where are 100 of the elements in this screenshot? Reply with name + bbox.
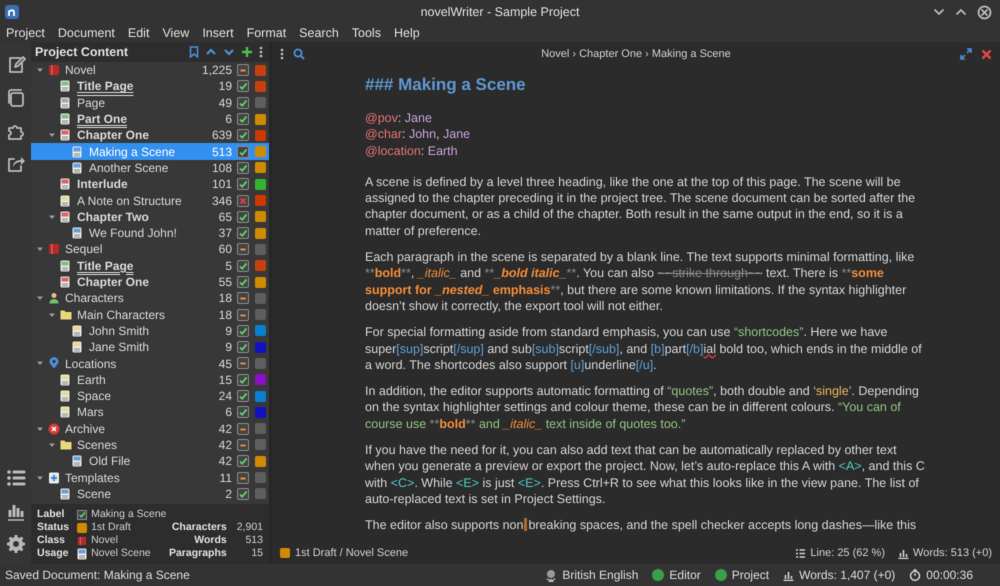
- expand-arrow-icon[interactable]: [48, 212, 56, 221]
- tree-item[interactable]: We Found John! 37: [31, 224, 269, 242]
- active-checkbox[interactable]: [237, 341, 249, 354]
- search-icon[interactable]: [293, 48, 305, 60]
- folder-icon: [60, 439, 72, 450]
- active-checkbox[interactable]: [237, 194, 249, 207]
- tree-item[interactable]: Archive 42: [31, 420, 269, 437]
- tree-item[interactable]: Old File 42: [31, 453, 269, 470]
- tree-item[interactable]: Title Page 5: [31, 258, 269, 274]
- active-checkbox[interactable]: [237, 455, 249, 468]
- expand-arrow-icon[interactable]: [36, 294, 44, 302]
- close-icon[interactable]: [977, 4, 992, 20]
- word-count: 6: [225, 111, 232, 128]
- meta-line: @char: John, Jane: [365, 126, 472, 143]
- active-checkbox[interactable]: [237, 96, 249, 109]
- expand-arrow-icon[interactable]: [36, 66, 44, 74]
- stacked-pages-icon[interactable]: [6, 88, 26, 108]
- paragraph: For special formatting aside from standard emphasis, you can use “shortcodes”. Here we have super[sup]script[/sup] and sub[sub]script[/sub], and [b]part[/b]ial bold too, which ends in the middle of a word. The shortcodes also support [u]underline[/u].: [365, 324, 923, 374]
- detail-value: 1st Draft: [91, 521, 131, 534]
- tree-item[interactable]: A Note on Structure 346: [31, 192, 269, 209]
- status-text: Project: [732, 567, 770, 584]
- menu-item[interactable]: Format: [246, 24, 286, 42]
- document-icon: [60, 194, 70, 207]
- tree-item[interactable]: Part One 6: [31, 110, 269, 128]
- item-label: Archive: [65, 420, 106, 438]
- tree-item[interactable]: Another Scene 108: [31, 160, 269, 176]
- menu-item[interactable]: Search: [299, 24, 339, 42]
- expand-arrow-icon[interactable]: [36, 424, 44, 433]
- document-icon: [60, 406, 70, 418]
- menu-item[interactable]: Tools: [352, 24, 381, 42]
- tree-item[interactable]: Main Characters 18: [31, 306, 269, 323]
- tree-item[interactable]: Scenes 42: [31, 436, 269, 454]
- active-checkbox[interactable]: [237, 488, 249, 500]
- active-checkbox[interactable]: [237, 324, 249, 337]
- tree-item[interactable]: Characters 18: [31, 290, 269, 306]
- item-label: Novel: [65, 62, 96, 80]
- active-checkbox[interactable]: [237, 129, 249, 142]
- active-checkbox[interactable]: [237, 162, 249, 174]
- menu-item[interactable]: Insert: [202, 24, 234, 42]
- expand-arrow-icon[interactable]: [36, 245, 44, 254]
- mixed-indicator-icon: [237, 472, 249, 484]
- active-checkbox[interactable]: [237, 210, 249, 223]
- active-checkbox[interactable]: [237, 80, 249, 92]
- word-count: 18: [218, 306, 232, 324]
- expand-arrow-icon[interactable]: [48, 131, 56, 140]
- expand-arrow-icon[interactable]: [36, 359, 44, 368]
- document-icon: [72, 341, 82, 354]
- expand-icon[interactable]: [960, 48, 972, 60]
- document-icon: [72, 455, 82, 468]
- app-logo-icon: [4, 4, 20, 20]
- tree-item[interactable]: Interlude 101: [31, 176, 269, 192]
- tree-item[interactable]: Scene 2: [31, 486, 269, 502]
- paragraph: Each paragraph in the scene is separated by a blank line. The text supports minimal formatting, like **bold**, _italic_ and **_bold italic_**. You can also ~~strike through~~ text. There is **some support for _nested_ emphasis**, but there are some known limitations. If the syntax highlighter doesn’t show it correctly, the export tool will not either.: [365, 249, 916, 314]
- active-checkbox[interactable]: [237, 406, 249, 418]
- word-count: 45: [218, 356, 232, 372]
- bookmark-icon[interactable]: [189, 46, 199, 58]
- menu-item[interactable]: Edit: [128, 24, 150, 42]
- expand-arrow-icon[interactable]: [36, 474, 44, 482]
- tree-item[interactable]: Templates 11: [31, 469, 269, 486]
- tree-item[interactable]: Chapter One 639: [31, 127, 269, 144]
- add-icon[interactable]: [241, 46, 253, 58]
- maximize-icon[interactable]: [955, 6, 967, 18]
- outline-icon[interactable]: [6, 468, 26, 488]
- expand-arrow-icon[interactable]: [48, 310, 56, 319]
- active-checkbox[interactable]: [237, 227, 249, 240]
- active-checkbox[interactable]: [237, 260, 249, 272]
- close-icon[interactable]: [981, 48, 992, 60]
- active-checkbox[interactable]: [237, 390, 249, 402]
- menu-item[interactable]: Project: [6, 24, 45, 42]
- tree-item[interactable]: Chapter One 55: [31, 274, 269, 290]
- tree-item[interactable]: Jane Smith 9: [31, 339, 269, 356]
- active-checkbox[interactable]: [237, 374, 249, 386]
- document-icon: [60, 178, 70, 190]
- menu-item[interactable]: Help: [394, 24, 420, 42]
- active-checkbox[interactable]: [237, 276, 249, 288]
- move-up-icon[interactable]: [205, 47, 217, 57]
- tree-item[interactable]: Space 24: [31, 388, 269, 404]
- active-checkbox[interactable]: [237, 178, 249, 190]
- tree-item[interactable]: Sequel 60: [31, 241, 269, 258]
- tree-item[interactable]: Chapter Two 65: [31, 208, 269, 225]
- move-down-icon[interactable]: [223, 47, 235, 57]
- tree-item[interactable]: Page 49: [31, 94, 269, 111]
- minimize-icon[interactable]: [933, 6, 945, 18]
- tree-item[interactable]: Title Page 19: [31, 78, 269, 95]
- mixed-indicator-icon: [237, 243, 249, 256]
- more-options-icon[interactable]: [259, 46, 263, 58]
- more-options-icon[interactable]: [280, 48, 284, 60]
- tree-item[interactable]: John Smith 9: [31, 322, 269, 340]
- word-count: 37: [218, 225, 232, 242]
- menu-item[interactable]: View: [162, 24, 190, 42]
- active-checkbox[interactable]: [237, 146, 249, 158]
- tree-item[interactable]: Earth 15: [31, 372, 269, 388]
- settings-icon[interactable]: [6, 534, 26, 554]
- document-icon: [60, 260, 70, 272]
- tree-item[interactable]: Mars 6: [31, 404, 269, 421]
- active-checkbox[interactable]: [237, 113, 249, 126]
- expand-arrow-icon[interactable]: [48, 440, 56, 449]
- tree-item[interactable]: Novel 1,225: [31, 62, 269, 78]
- tree-item[interactable]: Locations 45: [31, 355, 269, 372]
- menu-item[interactable]: Document: [58, 24, 115, 42]
